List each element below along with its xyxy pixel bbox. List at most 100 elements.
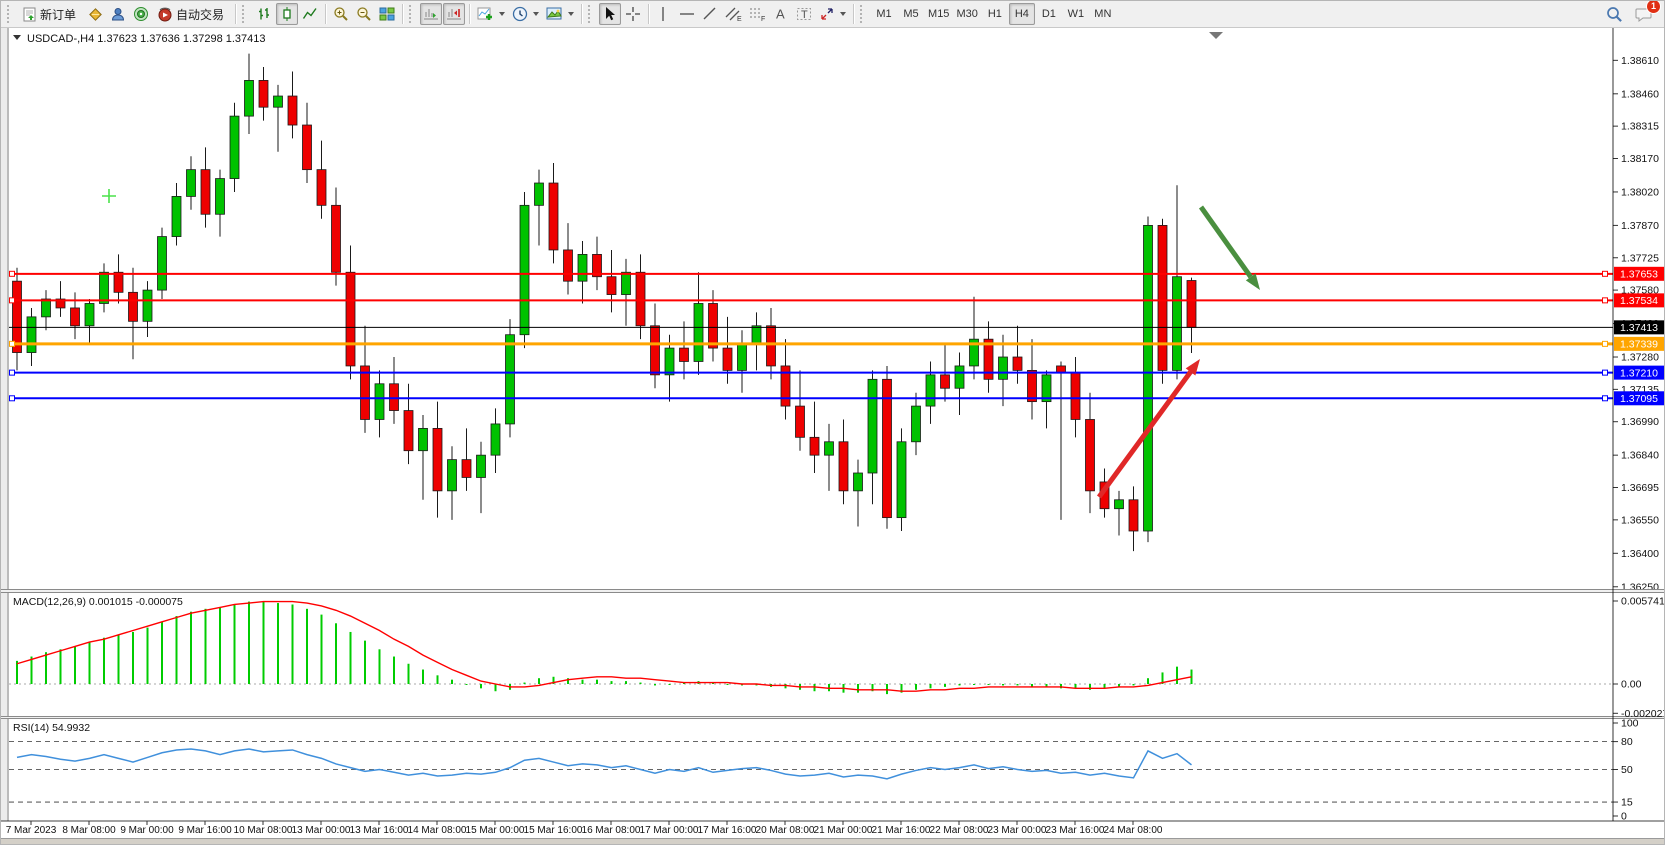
auto-scroll-button[interactable] xyxy=(420,3,442,25)
toolbar-grip[interactable] xyxy=(588,5,594,23)
person-icon xyxy=(110,6,126,22)
svg-text:E: E xyxy=(737,16,742,22)
level-handle[interactable] xyxy=(1603,341,1608,346)
arrows-tool-button[interactable] xyxy=(816,3,849,25)
indicators-button[interactable] xyxy=(474,3,508,25)
candle xyxy=(143,290,152,321)
macd-histogram-bar xyxy=(1002,684,1004,685)
timeframe-D1[interactable]: D1 xyxy=(1036,3,1062,25)
chart-canvas[interactable]: 1.386101.384601.383151.381701.380201.378… xyxy=(1,28,1665,845)
candle xyxy=(1086,419,1095,490)
level-handle[interactable] xyxy=(1603,370,1608,375)
separator xyxy=(325,4,326,24)
timeframe-M5[interactable]: M5 xyxy=(898,3,924,25)
zoom-out-button[interactable] xyxy=(353,3,375,25)
candle xyxy=(897,442,906,518)
level-handle[interactable] xyxy=(1603,271,1608,276)
timeframe-M1[interactable]: M1 xyxy=(871,3,897,25)
chevron-down-icon xyxy=(499,12,505,16)
level-handle[interactable] xyxy=(10,341,15,346)
candle xyxy=(680,348,689,361)
timeframe-H1[interactable]: H1 xyxy=(982,3,1008,25)
bar-chart-button[interactable] xyxy=(253,3,275,25)
macd-histogram-bar xyxy=(74,646,76,684)
macd-histogram-bar xyxy=(379,649,381,684)
toolbar-grip[interactable] xyxy=(242,5,248,23)
line-chart-button[interactable] xyxy=(299,3,321,25)
chart-area[interactable]: 1.386101.384601.383151.381701.380201.378… xyxy=(1,28,1665,845)
candle xyxy=(419,428,428,450)
level-handle[interactable] xyxy=(10,370,15,375)
timeframe-W1[interactable]: W1 xyxy=(1063,3,1089,25)
zoom-in-button[interactable] xyxy=(330,3,352,25)
crosshair-button[interactable] xyxy=(622,3,644,25)
separator xyxy=(853,4,854,24)
macd-axis-label: 0.005741 xyxy=(1621,596,1665,608)
timeframe-M15[interactable]: M15 xyxy=(925,3,952,25)
candle xyxy=(1187,281,1196,328)
separator xyxy=(469,4,470,24)
toolbar-grip[interactable] xyxy=(409,5,415,23)
line-chart-icon xyxy=(302,6,318,22)
periods-button[interactable] xyxy=(509,3,542,25)
level-handle[interactable] xyxy=(10,396,15,401)
candlestick-chart-button[interactable] xyxy=(276,3,298,25)
equidistant-channel-button[interactable]: E xyxy=(722,3,745,25)
macd-histogram-bar xyxy=(596,680,598,684)
candle xyxy=(535,183,544,205)
signals-button[interactable] xyxy=(130,3,152,25)
autotrading-button[interactable]: 自动交易 xyxy=(153,3,231,25)
macd-histogram-bar xyxy=(727,684,729,685)
level-handle[interactable] xyxy=(1603,396,1608,401)
vertical-line-button[interactable] xyxy=(653,3,675,25)
toolbar-grip[interactable] xyxy=(7,5,13,23)
time-axis-label: 15 Mar 00:00 xyxy=(466,825,525,836)
macd-histogram-bar xyxy=(234,604,236,684)
candlestick-chart-icon xyxy=(279,6,295,22)
level-handle[interactable] xyxy=(10,298,15,303)
text-label-button[interactable]: T xyxy=(793,3,815,25)
level-handle[interactable] xyxy=(10,271,15,276)
timeframe-H4[interactable]: H4 xyxy=(1009,3,1035,25)
macd-histogram-bar xyxy=(263,602,265,684)
macd-histogram-bar xyxy=(219,607,221,684)
time-axis-label: 7 Mar 2023 xyxy=(6,825,57,836)
candle xyxy=(303,125,312,170)
toolbar-grip[interactable] xyxy=(860,5,866,23)
chart-shift-button[interactable] xyxy=(443,3,465,25)
search-button[interactable] xyxy=(1603,3,1626,25)
horizontal-line-button[interactable] xyxy=(676,3,698,25)
text-icon: A xyxy=(773,6,787,22)
clock-icon xyxy=(512,6,528,22)
price-axis-label: 1.36990 xyxy=(1621,416,1659,428)
cursor-button[interactable] xyxy=(599,3,621,25)
community-button[interactable] xyxy=(107,3,129,25)
time-axis-label: 21 Mar 00:00 xyxy=(814,825,873,836)
macd-histogram-bar xyxy=(292,604,294,684)
trendline-button[interactable] xyxy=(699,3,721,25)
time-axis-label: 16 Mar 08:00 xyxy=(582,825,641,836)
fibonacci-button[interactable]: F xyxy=(746,3,769,25)
candle xyxy=(27,317,36,353)
candle xyxy=(288,96,297,125)
new-order-button[interactable]: 新订单 xyxy=(18,3,83,25)
macd-histogram-bar xyxy=(611,681,613,684)
templates-button[interactable] xyxy=(543,3,577,25)
text-button[interactable]: A xyxy=(770,3,792,25)
tile-windows-button[interactable] xyxy=(376,3,398,25)
candle xyxy=(883,379,892,517)
level-handle[interactable] xyxy=(1603,298,1608,303)
bar-chart-icon xyxy=(256,6,272,22)
price-axis-label: 1.36695 xyxy=(1621,482,1659,494)
macd-histogram-bar xyxy=(1176,667,1178,684)
candle xyxy=(317,170,326,206)
market-watch-button[interactable] xyxy=(84,3,106,25)
candle xyxy=(332,205,341,272)
candle xyxy=(651,326,660,375)
macd-histogram-bar xyxy=(205,609,207,684)
macd-histogram-bar xyxy=(988,684,990,685)
timeframe-M30[interactable]: M30 xyxy=(953,3,980,25)
candle xyxy=(42,299,51,317)
timeframe-MN[interactable]: MN xyxy=(1090,3,1116,25)
candle xyxy=(1028,370,1037,401)
